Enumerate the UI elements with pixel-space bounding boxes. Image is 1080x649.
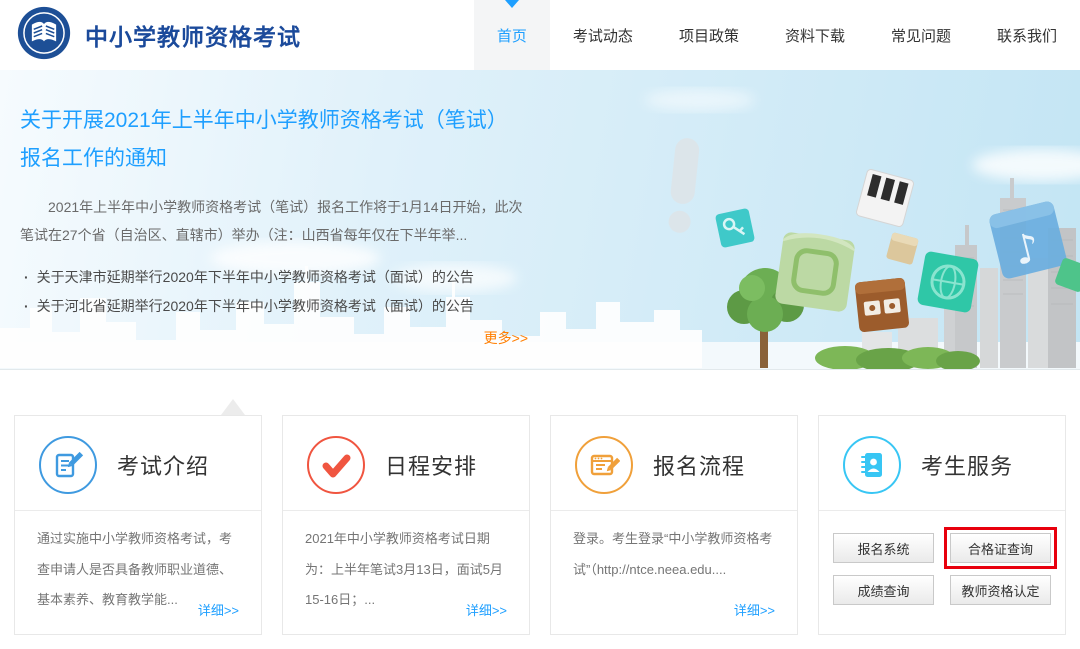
nav-item-contact[interactable]: 联系我们 bbox=[974, 0, 1080, 70]
news-link-tianjin[interactable]: 关于天津市延期举行2020年下半年中小学教师资格考试（面试）的公告 bbox=[20, 263, 528, 292]
site-logo-icon bbox=[16, 5, 72, 66]
main-nav: 首页 考试动态 项目政策 资料下载 常见问题 联系我们 bbox=[473, 0, 1080, 70]
card-title: 考生服务 bbox=[921, 454, 1014, 479]
service-cards: 考试介绍 通过实施中小学教师资格考试，考查申请人是否具备教师职业道德、基本素养、… bbox=[0, 370, 1080, 635]
hero-banner: ♪ 关于开展2021年上半年中小学教师资格考试（笔试）报名工作的通知 2021年… bbox=[0, 70, 1080, 370]
nav-item-exam-news[interactable]: 考试动态 bbox=[550, 0, 656, 70]
card-head: 考试介绍 bbox=[15, 416, 261, 510]
notice-title-link[interactable]: 关于开展2021年上半年中小学教师资格考试（笔试）报名工作的通知 bbox=[20, 102, 528, 178]
service-button-grid: 报名系统 合格证查询 成绩查询 教师资格认定 bbox=[819, 511, 1065, 605]
card-title: 报名流程 bbox=[653, 454, 746, 479]
detail-link-exam-intro[interactable]: 详细>> bbox=[198, 600, 239, 619]
nav-item-policy[interactable]: 项目政策 bbox=[656, 0, 762, 70]
card-exam-intro: 考试介绍 通过实施中小学教师资格考试，考查申请人是否具备教师职业道德、基本素养、… bbox=[14, 415, 262, 635]
svg-text:♪: ♪ bbox=[1009, 224, 1045, 275]
card-head: 考生服务 bbox=[819, 416, 1065, 510]
logo-area: 中小学教师资格考试 bbox=[0, 5, 301, 66]
detail-link-signup-flow[interactable]: 详细>> bbox=[734, 600, 775, 619]
page: 中小学教师资格考试 首页 考试动态 项目政策 资料下载 常见问题 联系我们 ♪ … bbox=[0, 0, 1080, 649]
nav-item-faq[interactable]: 常见问题 bbox=[868, 0, 974, 70]
nav-item-home[interactable]: 首页 bbox=[473, 0, 550, 70]
site-title: 中小学教师资格考试 bbox=[85, 24, 301, 50]
certificate-query-button[interactable]: 合格证查询 bbox=[944, 527, 1057, 569]
card-signup-flow: 报名流程 登录。考生登录“中小学教师资格考试”（http://ntce.neea… bbox=[550, 415, 798, 635]
score-query-button[interactable]: 成绩查询 bbox=[833, 575, 934, 605]
up-pointer-decoration bbox=[221, 399, 245, 415]
card-title: 考试介绍 bbox=[117, 454, 210, 479]
candidate-service-icon bbox=[843, 436, 901, 494]
card-title: 日程安排 bbox=[385, 454, 478, 479]
exam-intro-icon bbox=[39, 436, 97, 494]
signup-system-button[interactable]: 报名系统 bbox=[833, 533, 934, 563]
card-schedule: 日程安排 2021年中小学教师资格考试日期为：上半年笔试3月13日，面试5月15… bbox=[282, 415, 530, 635]
news-link-hebei[interactable]: 关于河北省延期举行2020年下半年中小学教师资格考试（面试）的公告 bbox=[20, 292, 528, 321]
notice-summary: 2021年上半年中小学教师资格考试（笔试）报名工作将于1月14日开始，此次笔试在… bbox=[20, 198, 523, 244]
hero-content: 关于开展2021年上半年中小学教师资格考试（笔试）报名工作的通知 2021年上半… bbox=[20, 102, 528, 348]
card-head: 报名流程 bbox=[551, 416, 797, 510]
qualification-button[interactable]: 教师资格认定 bbox=[950, 575, 1051, 605]
header: 中小学教师资格考试 首页 考试动态 项目政策 资料下载 常见问题 联系我们 bbox=[0, 0, 1080, 70]
detail-link-schedule[interactable]: 详细>> bbox=[466, 600, 507, 619]
news-list: 关于天津市延期举行2020年下半年中小学教师资格考试（面试）的公告 关于河北省延… bbox=[20, 263, 528, 320]
more-link[interactable]: 更多>> bbox=[20, 328, 528, 348]
card-head: 日程安排 bbox=[283, 416, 529, 510]
card-candidate-services: 考生服务 报名系统 合格证查询 成绩查询 教师资格认定 bbox=[818, 415, 1066, 635]
schedule-check-icon bbox=[307, 436, 365, 494]
nav-item-downloads[interactable]: 资料下载 bbox=[762, 0, 868, 70]
signup-flow-icon bbox=[575, 436, 633, 494]
